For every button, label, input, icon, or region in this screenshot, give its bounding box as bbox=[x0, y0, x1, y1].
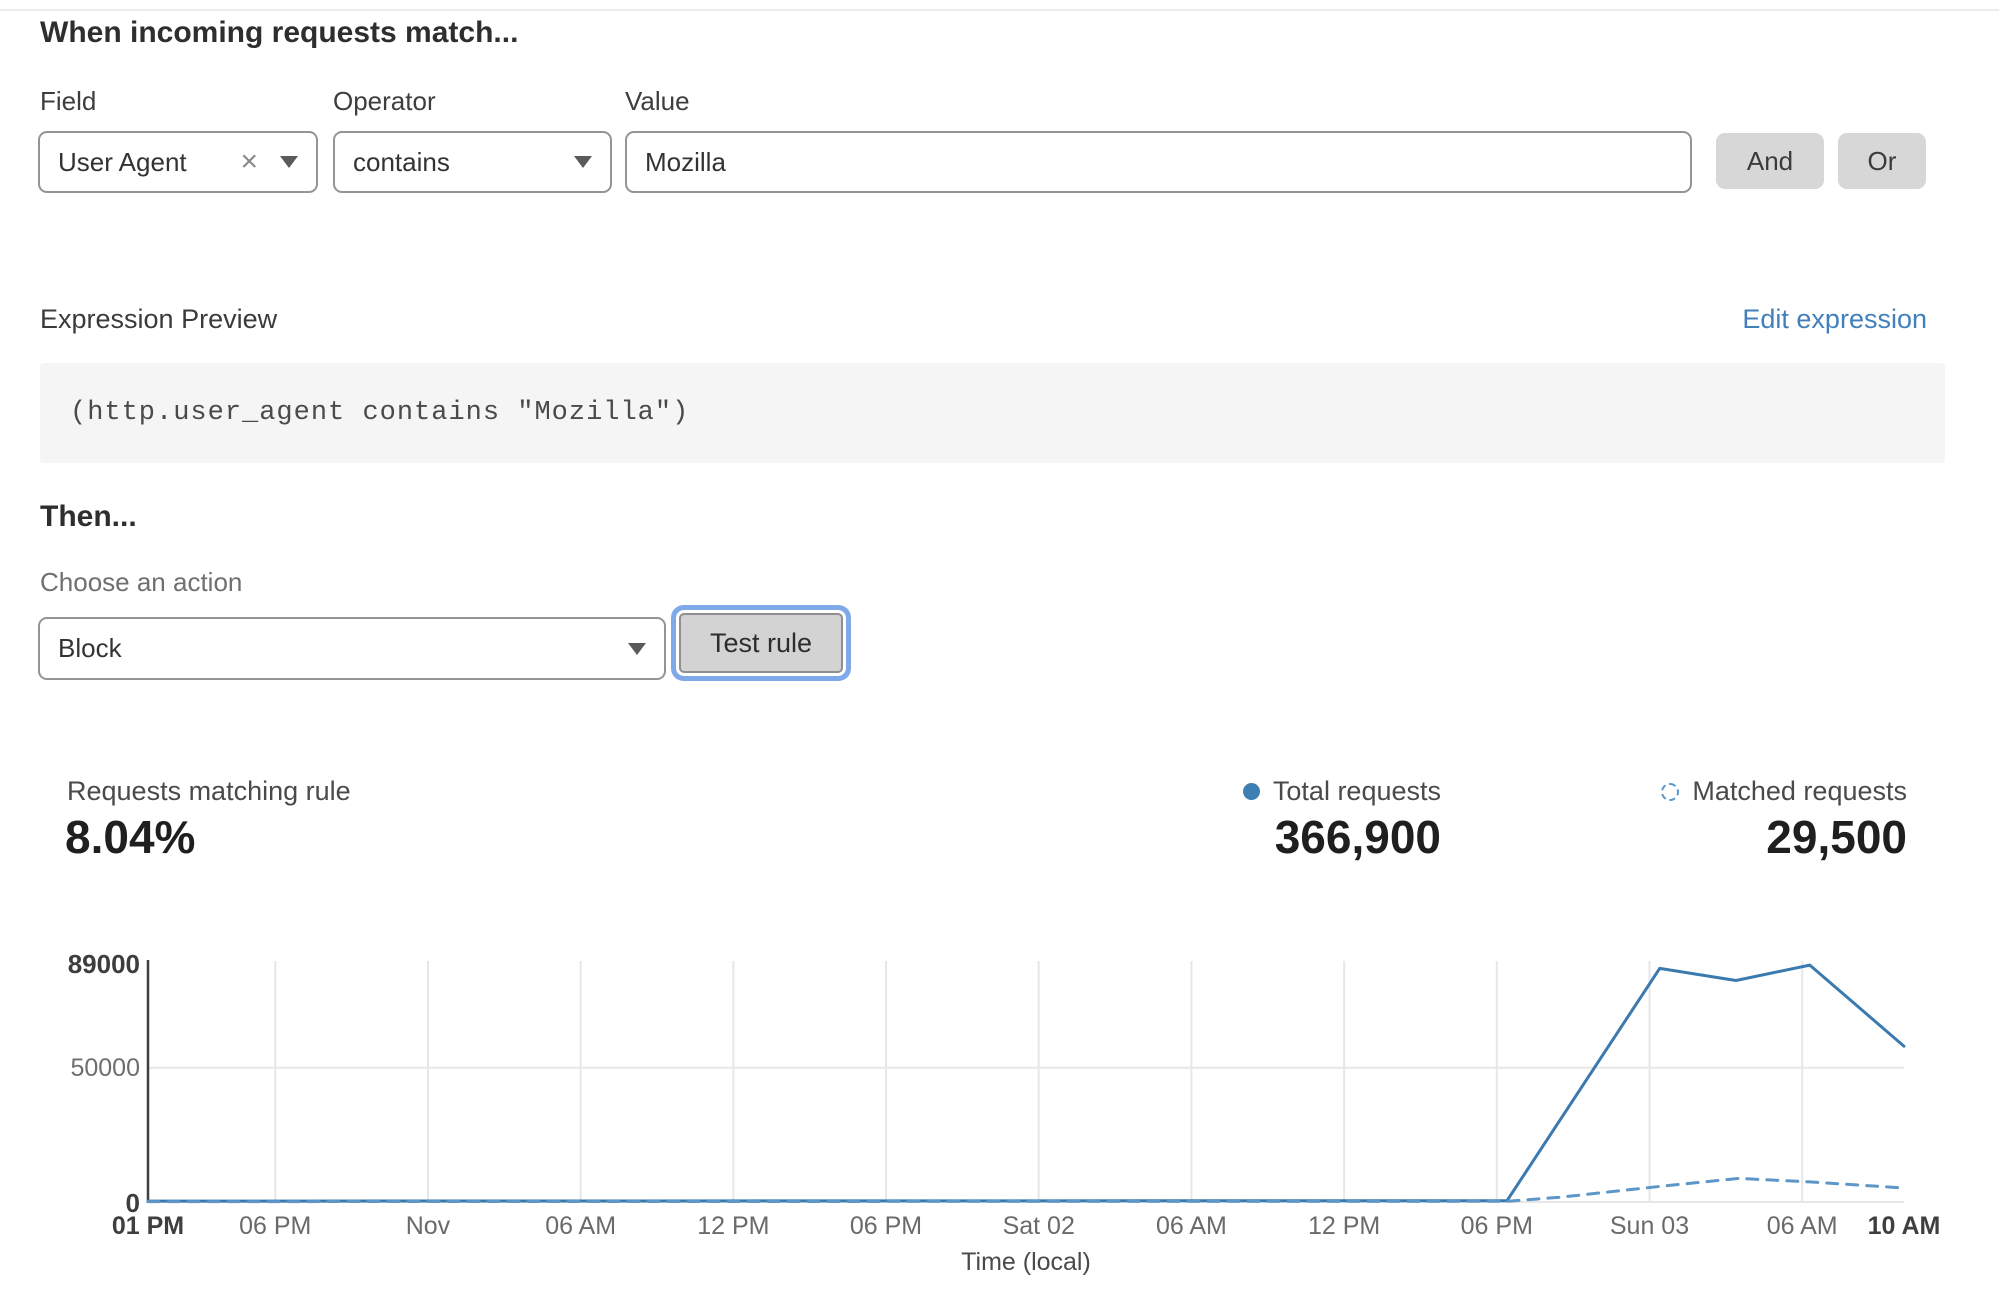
x-axis-label: Nov bbox=[348, 1212, 508, 1241]
x-axis-label: 12 PM bbox=[653, 1212, 813, 1241]
x-axis-label: 06 PM bbox=[195, 1212, 355, 1241]
x-axis-label: Sun 03 bbox=[1570, 1212, 1730, 1241]
y-axis-label: 89000 bbox=[0, 949, 140, 980]
x-axis-label: Sat 02 bbox=[959, 1212, 1119, 1241]
requests-line-chart bbox=[0, 0, 1999, 1295]
x-axis-label: 06 AM bbox=[1111, 1212, 1271, 1241]
x-axis-title: Time (local) bbox=[148, 1248, 1904, 1277]
x-axis-label: 06 PM bbox=[1417, 1212, 1577, 1241]
x-axis-label: 06 PM bbox=[806, 1212, 966, 1241]
x-axis-label: 12 PM bbox=[1264, 1212, 1424, 1241]
x-axis-label: 10 AM bbox=[1824, 1212, 1984, 1241]
y-axis-label: 50000 bbox=[0, 1054, 140, 1083]
x-axis-label: 06 AM bbox=[501, 1212, 661, 1241]
firewall-rule-page: When incoming requests match... Field Op… bbox=[0, 0, 1999, 1295]
